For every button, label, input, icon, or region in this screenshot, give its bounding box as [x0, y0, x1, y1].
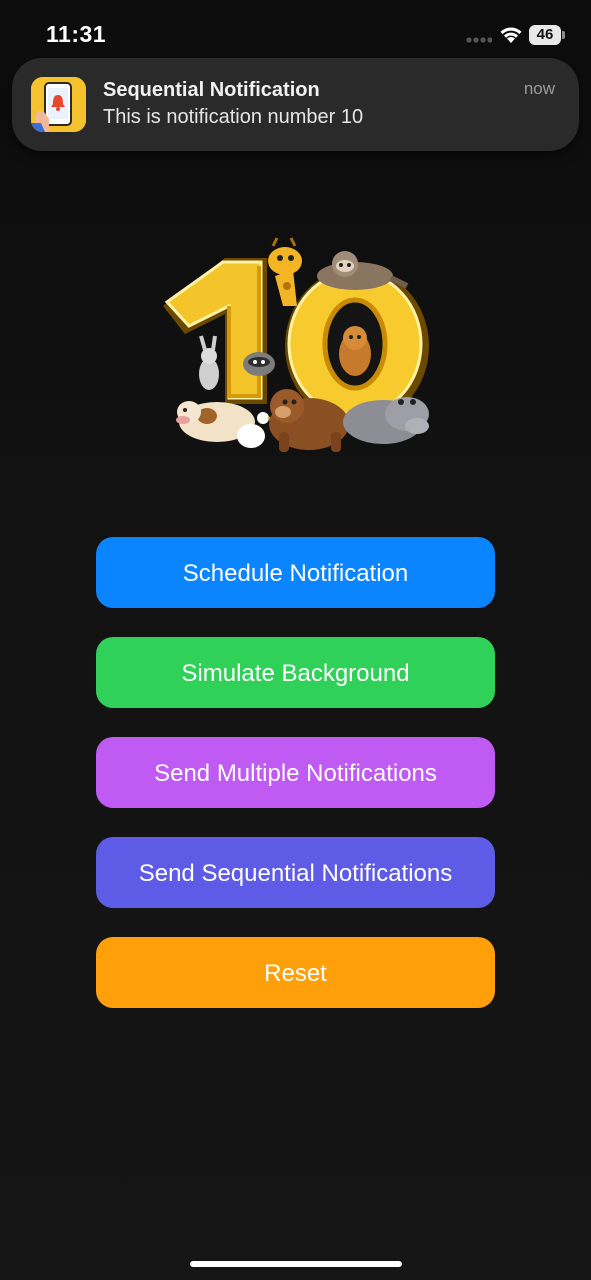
- status-time: 11:31: [46, 21, 107, 47]
- notification-body: This is notification number 10: [103, 106, 364, 128]
- schedule-notification-button[interactable]: Schedule Notification: [96, 537, 495, 608]
- notification-app-icon: [31, 77, 86, 132]
- reset-button[interactable]: Reset: [96, 937, 495, 1008]
- send-multiple-notifications-button[interactable]: Send Multiple Notifications: [96, 737, 495, 808]
- number-ten-illustration: [163, 237, 429, 452]
- simulate-background-button[interactable]: Simulate Background: [96, 637, 495, 708]
- battery-tip: [562, 31, 565, 39]
- notification-title: Sequential Notification: [103, 79, 320, 101]
- app-screen: 11:31 46 Sequential Notification This is…: [0, 0, 591, 1280]
- status-bar: 11:31 46: [0, 0, 591, 60]
- send-sequential-notifications-button[interactable]: Send Sequential Notifications: [96, 837, 495, 908]
- battery-level: 46: [529, 25, 561, 45]
- home-indicator[interactable]: [190, 1261, 402, 1267]
- notification-banner[interactable]: Sequential Notification This is notifica…: [12, 58, 579, 151]
- notification-time: now: [523, 79, 555, 98]
- battery-icon: 46: [529, 25, 565, 45]
- cellular-signal-icon: [466, 37, 492, 43]
- wifi-icon: [500, 27, 522, 43]
